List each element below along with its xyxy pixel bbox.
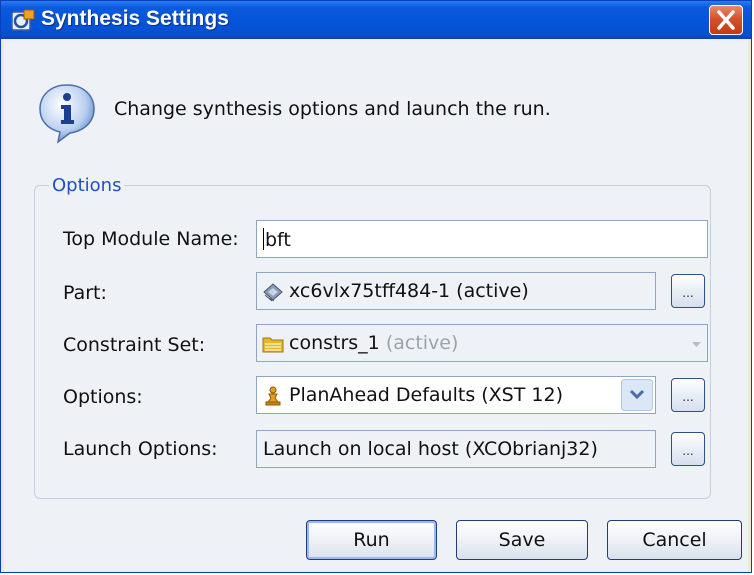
launch-browse-button[interactable]: ... xyxy=(671,432,705,466)
strategy-browse-label: ... xyxy=(682,390,694,404)
launch-options-value: Launch on local host (XCObrianj32) xyxy=(263,438,598,460)
app-icon xyxy=(11,9,35,31)
run-button[interactable]: Run xyxy=(306,520,437,560)
folder-icon xyxy=(262,337,284,353)
strategy-icon xyxy=(265,386,281,406)
part-browse-label: ... xyxy=(682,286,694,300)
part-field: xc6vlx75tff484-1 (active) xyxy=(256,272,656,310)
info-icon xyxy=(39,84,95,144)
constraint-set-status: (active) xyxy=(385,332,459,354)
top-module-input[interactable]: bft xyxy=(256,220,708,258)
part-label: Part: xyxy=(63,282,107,304)
close-icon xyxy=(717,10,735,30)
launch-browse-label: ... xyxy=(682,444,694,458)
strategy-combo[interactable]: PlanAhead Defaults (XST 12) xyxy=(256,376,656,414)
launch-options-label: Launch Options: xyxy=(63,438,218,460)
chevron-down-icon[interactable] xyxy=(621,379,653,411)
synthesis-settings-dialog: Synthesis Settings Change synthesis opti… xyxy=(0,0,752,573)
text-caret xyxy=(263,228,264,250)
strategy-browse-button[interactable]: ... xyxy=(671,378,705,412)
part-browse-button[interactable]: ... xyxy=(671,274,705,308)
top-module-value-wrap: bft xyxy=(263,228,291,251)
top-module-label: Top Module Name: xyxy=(63,228,239,250)
save-button[interactable]: Save xyxy=(456,520,588,560)
close-button[interactable] xyxy=(709,5,743,35)
launch-options-field: Launch on local host (XCObrianj32) xyxy=(256,430,656,468)
chip-icon xyxy=(263,283,283,302)
top-module-value: bft xyxy=(265,229,291,251)
strategy-value: PlanAhead Defaults (XST 12) xyxy=(289,384,563,406)
constraint-set-name: constrs_1 xyxy=(289,332,380,354)
strategy-label: Options: xyxy=(63,386,143,408)
chevron-down-icon xyxy=(692,342,701,347)
intro-text: Change synthesis options and launch the … xyxy=(114,98,551,120)
window-title: Synthesis Settings xyxy=(41,7,229,30)
cancel-button[interactable]: Cancel xyxy=(607,520,742,560)
title-bar[interactable]: Synthesis Settings xyxy=(1,1,751,39)
constraint-set-label: Constraint Set: xyxy=(63,334,206,356)
constraint-set-combo[interactable]: constrs_1 (active) xyxy=(256,324,708,362)
options-legend: Options xyxy=(49,175,125,196)
part-value: xc6vlx75tff484-1 (active) xyxy=(289,280,529,302)
constraint-set-value-wrap: constrs_1 (active) xyxy=(289,332,458,354)
